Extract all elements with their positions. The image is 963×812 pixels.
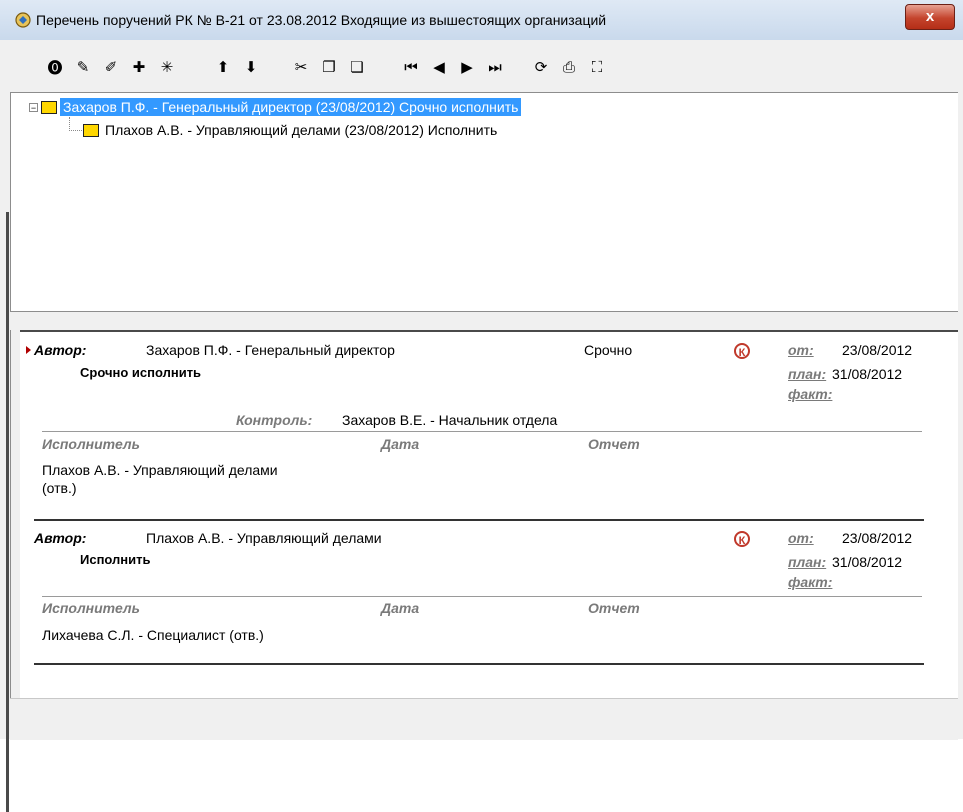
author-value: Плахов А.В. - Управляющий делами (146, 530, 382, 546)
tree-node-label: Плахов А.В. - Управляющий делами (23/08/… (105, 122, 498, 138)
open-folder-icon (41, 100, 57, 114)
move-up-icon[interactable]: ⬆ (212, 56, 234, 78)
select-icon[interactable]: ⛶ (586, 56, 608, 78)
new-task-icon[interactable]: ⓿ (44, 56, 66, 78)
plan-date: 31/08/2012 (832, 366, 903, 382)
left-splitter-bar (6, 212, 9, 812)
author-value: Захаров П.Ф. - Генеральный директор (146, 342, 395, 358)
tree-node-label: Захаров П.Ф. - Генеральный директор (23/… (60, 98, 522, 116)
sort-icon[interactable]: ✳ (156, 56, 178, 78)
task-tree[interactable]: − Захаров П.Ф. - Генеральный директор (2… (10, 92, 958, 312)
refresh-icon[interactable]: ⟳ (530, 56, 552, 78)
app-icon (15, 12, 31, 28)
col-report: Отчет (588, 600, 640, 616)
task-list-window: Перечень поручений РК № В-21 от 23.08.20… (0, 0, 963, 812)
col-executor: Исполнитель (42, 600, 140, 616)
executor-value: Лихачева С.Л. - Специалист (отв.) (42, 627, 264, 643)
author-label: Автор: (34, 342, 87, 358)
control-k-icon[interactable]: К (734, 531, 750, 547)
record-separator (34, 663, 924, 665)
from-date: 23/08/2012 (842, 530, 913, 546)
plan-date: 31/08/2012 (832, 554, 903, 570)
toolbar: ⓿ ✎ ✐ ✚ ✳ ⬆ ⬇ ✂ ❐ ❏ ⏮ ◀ ▶ ⏭ ⟳ ⎙ ⛶ (0, 40, 963, 92)
fact-label: факт: (788, 574, 833, 590)
col-date: Дата (381, 600, 420, 616)
window-title: Перечень поручений РК № В-21 от 23.08.20… (36, 12, 607, 28)
executor-value: Плахов А.В. - Управляющий делами (42, 462, 278, 478)
instruction-text: Срочно исполнить (80, 365, 202, 380)
executor-note: (отв.) (42, 480, 77, 496)
title-bar[interactable]: Перечень поручений РК № В-21 от 23.08.20… (0, 0, 963, 41)
divider (42, 596, 922, 597)
task-details: Автор: Захаров П.Ф. - Генеральный директ… (20, 330, 958, 698)
from-date: 23/08/2012 (842, 342, 913, 358)
control-label: Контроль: (236, 412, 313, 428)
col-date: Дата (381, 436, 420, 452)
status-area (10, 698, 958, 740)
record-separator (34, 519, 924, 521)
cut-icon[interactable]: ✂ (290, 56, 312, 78)
controller-value: Захаров В.Е. - Начальник отдела (342, 412, 558, 428)
col-report: Отчет (588, 436, 640, 452)
current-row-marker (26, 346, 31, 354)
horizontal-splitter[interactable] (10, 312, 958, 330)
new-subtask-icon[interactable]: ✎ (72, 56, 94, 78)
col-executor: Исполнитель (42, 436, 140, 452)
author-label: Автор: (34, 530, 87, 546)
prev-icon[interactable]: ◀ (428, 56, 450, 78)
first-icon[interactable]: ⏮ (400, 56, 422, 78)
from-label: от: (788, 530, 814, 546)
plan-label: план: (788, 366, 827, 382)
next-icon[interactable]: ▶ (456, 56, 478, 78)
move-down-icon[interactable]: ⬇ (240, 56, 262, 78)
tree-node-root[interactable]: Захаров П.Ф. - Генеральный директор (23/… (41, 98, 522, 116)
instruction-text: Исполнить (80, 552, 151, 567)
print-icon[interactable]: ⎙ (558, 56, 580, 78)
close-button[interactable]: x (905, 4, 955, 30)
tree-connector (69, 117, 82, 131)
tree-node-child[interactable]: Плахов А.В. - Управляющий делами (23/08/… (83, 121, 500, 139)
urgency-value: Срочно (584, 342, 633, 358)
fact-label: факт: (788, 386, 833, 402)
copy-icon[interactable]: ❐ (318, 56, 340, 78)
last-icon[interactable]: ⏭ (484, 56, 506, 78)
paste-icon[interactable]: ❏ (346, 56, 368, 78)
divider (42, 431, 922, 432)
save-icon[interactable]: ✚ (128, 56, 150, 78)
edit-icon[interactable]: ✐ (100, 56, 122, 78)
collapse-icon[interactable]: − (29, 103, 38, 113)
plan-label: план: (788, 554, 827, 570)
from-label: от: (788, 342, 814, 358)
control-k-icon[interactable]: К (734, 343, 750, 359)
folder-icon (83, 123, 99, 137)
